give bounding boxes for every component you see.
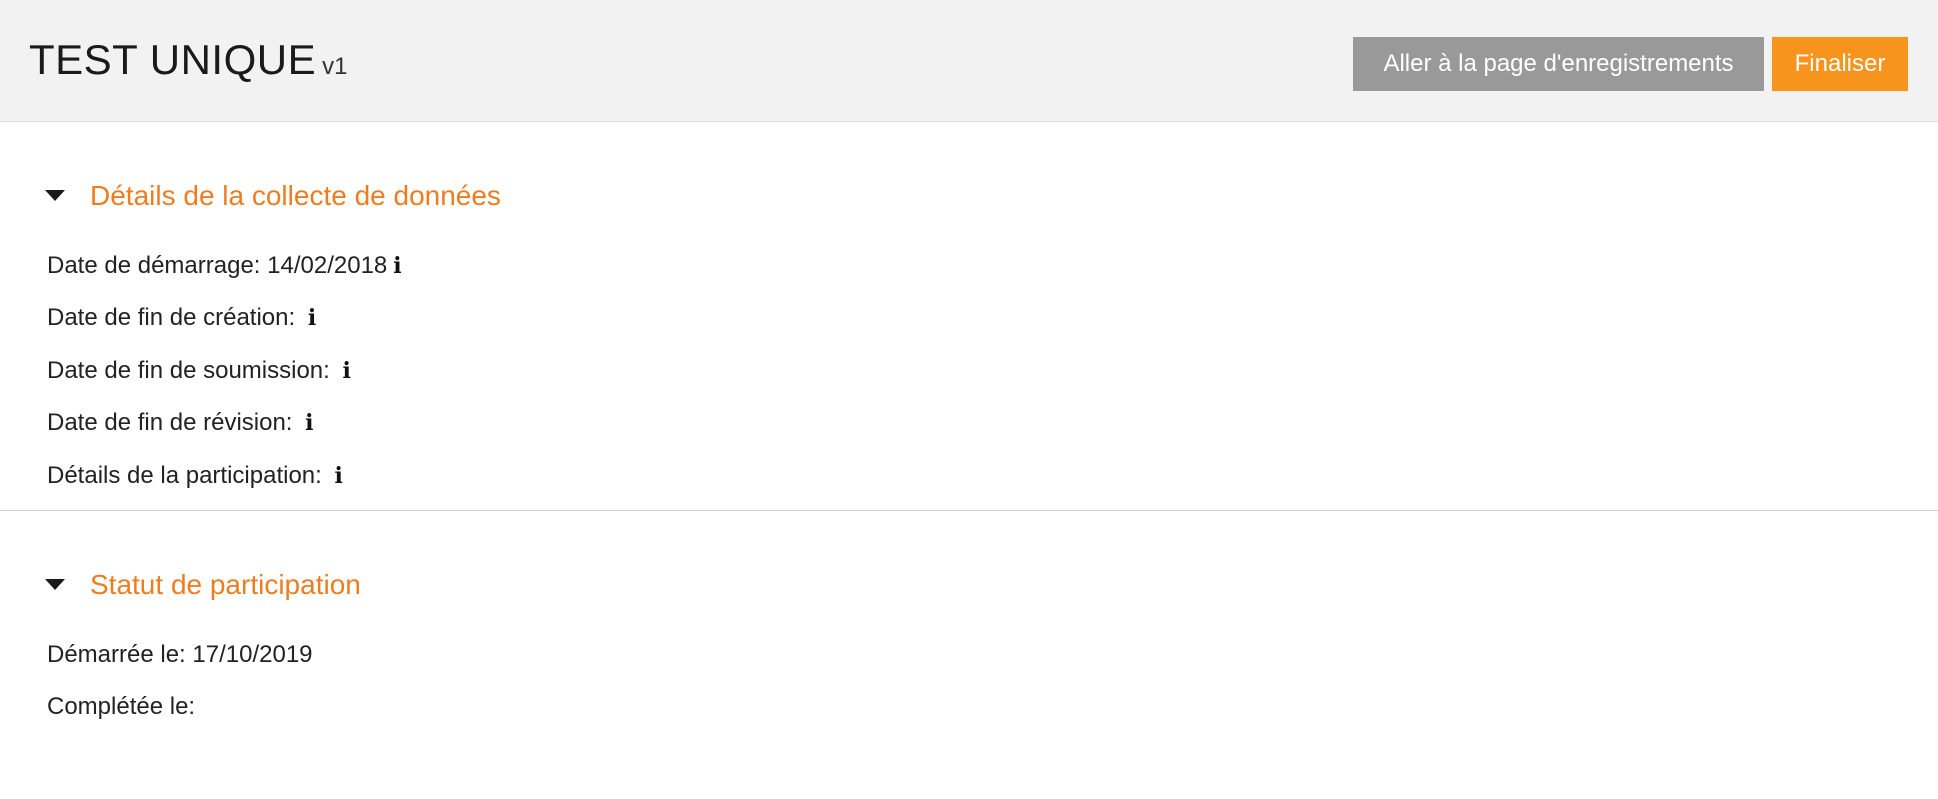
row-label: Date de fin de création:	[47, 304, 296, 331]
row-label: Démarrée le:	[47, 641, 186, 668]
start-date-row: Date de démarrage: 14/02/2018 i	[47, 252, 402, 280]
row-value: 17/10/2019	[192, 641, 313, 668]
row-label: Date de fin de soumission:	[47, 357, 330, 384]
section-title: Détails de la collecte de données	[90, 180, 501, 211]
info-icon[interactable]: i	[393, 253, 401, 279]
info-icon[interactable]: i	[335, 463, 343, 489]
row-label: Date de démarrage:	[47, 252, 261, 279]
completed-on-row: Complétée le:	[47, 693, 195, 721]
caret-down-icon	[45, 579, 65, 590]
started-on-row: Démarrée le: 17/10/2019	[47, 641, 313, 669]
title-group: TEST UNIQUE v1	[29, 36, 347, 84]
info-icon[interactable]: i	[343, 358, 351, 384]
records-page-button[interactable]: Aller à la page d'enregistrements	[1353, 37, 1764, 91]
row-label: Complétée le:	[47, 693, 196, 720]
page-header: TEST UNIQUE v1 Aller à la page d'enregist…	[0, 0, 1938, 122]
section-title: Statut de participation	[90, 569, 361, 600]
creation-end-date-row: Date de fin de création: i	[47, 304, 316, 332]
page-title: TEST UNIQUE	[29, 36, 317, 83]
row-label: Date de fin de révision:	[47, 409, 293, 436]
info-icon[interactable]: i	[305, 410, 313, 436]
participation-status-section: Statut de participation Démarrée le: 17/…	[0, 511, 1938, 799]
collection-details-section: Détails de la collecte de données Date d…	[0, 122, 1938, 511]
submission-end-date-row: Date de fin de soumission: i	[47, 357, 351, 385]
info-icon[interactable]: i	[308, 305, 316, 331]
finalize-button[interactable]: Finaliser	[1772, 37, 1908, 91]
version-label: v1	[322, 53, 348, 80]
participation-details-row: Détails de la participation: i	[47, 462, 343, 490]
row-label: Détails de la participation:	[47, 462, 322, 489]
row-value: 14/02/2018	[267, 252, 388, 279]
caret-down-icon	[45, 190, 65, 201]
revision-end-date-row: Date de fin de révision: i	[47, 409, 314, 437]
